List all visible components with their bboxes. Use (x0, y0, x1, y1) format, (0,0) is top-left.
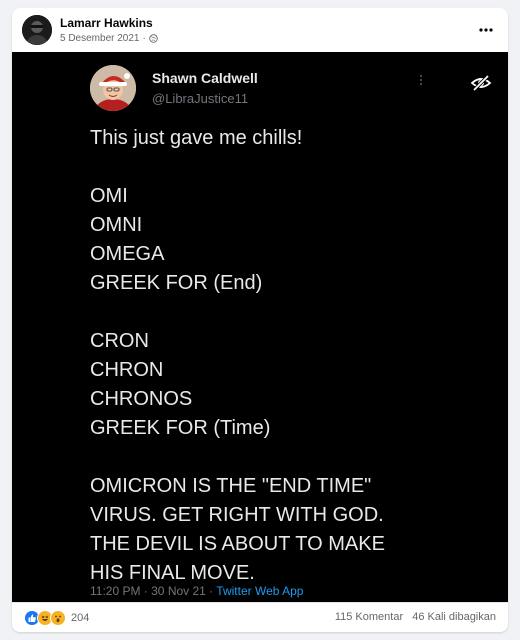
tweet-author-name: Shawn Caldwell (152, 70, 258, 86)
tweet-line (90, 298, 450, 327)
tweet-author-handle: @LibraJustice11 (152, 91, 249, 106)
wow-icon (50, 610, 66, 626)
post-meta: 5 Desember 2021 · (60, 33, 158, 44)
author-avatar[interactable] (22, 15, 52, 45)
tweet-line: OMNI (90, 214, 143, 236)
tweet-text: This just gave me chills! OMI OMNI OMEGA… (90, 124, 450, 588)
post-header: Lamarr Hawkins 5 Desember 2021 · (12, 8, 508, 52)
comment-count-link[interactable]: 115 Komentar (335, 611, 403, 623)
ellipsis-icon[interactable] (476, 22, 496, 38)
facebook-post: Lamarr Hawkins 5 Desember 2021 · Shawn C… (12, 8, 508, 632)
tweet-line: THE DEVIL IS ABOUT TO MAKE (90, 533, 385, 555)
tweet-line: CHRONOS (90, 388, 193, 410)
post-media[interactable]: Shawn Caldwell @LibraJustice11 This just… (12, 52, 508, 602)
tweet-line: CRON (90, 330, 149, 352)
meta-separator: · (142, 33, 146, 44)
tweet-source-app: Twitter Web App (216, 584, 304, 598)
tweet-line: GREEK FOR (Time) (90, 417, 271, 439)
tweet-line: OMICRON IS THE "END TIME" (90, 475, 372, 497)
eye-slash-icon[interactable] (470, 74, 492, 92)
tweet-line: OMEGA (90, 243, 165, 265)
tweet-line: This just gave me chills! (90, 127, 303, 149)
tweet-line: CHRON (90, 359, 164, 381)
tweet-line: GREEK FOR (End) (90, 272, 263, 294)
vertical-ellipsis-icon (416, 72, 426, 88)
tweet-screenshot: Shawn Caldwell @LibraJustice11 This just… (90, 52, 450, 602)
tweet-line: OMI (90, 185, 128, 207)
post-date[interactable]: 5 Desember 2021 (60, 33, 140, 44)
engagement-counts: 115 Komentar 46 Kali dibagikan (329, 611, 496, 623)
post-stats-bar: 204 115 Komentar 46 Kali dibagikan (12, 602, 508, 632)
tweet-line (90, 443, 450, 472)
share-count-link[interactable]: 46 Kali dibagikan (412, 611, 496, 623)
tweet-timestamp: 11:20 PM · 30 Nov 21 · (90, 584, 217, 598)
author-name[interactable]: Lamarr Hawkins (60, 16, 153, 30)
reaction-summary[interactable]: 204 (24, 610, 89, 626)
tweet-line (90, 153, 450, 182)
globe-icon (149, 34, 158, 43)
tweet-line: VIRUS. GET RIGHT WITH GOD. (90, 504, 384, 526)
reaction-count[interactable]: 204 (71, 612, 89, 624)
tweet-footer: 11:20 PM · 30 Nov 21 · Twitter Web App (90, 584, 303, 598)
tweet-avatar (90, 65, 136, 111)
